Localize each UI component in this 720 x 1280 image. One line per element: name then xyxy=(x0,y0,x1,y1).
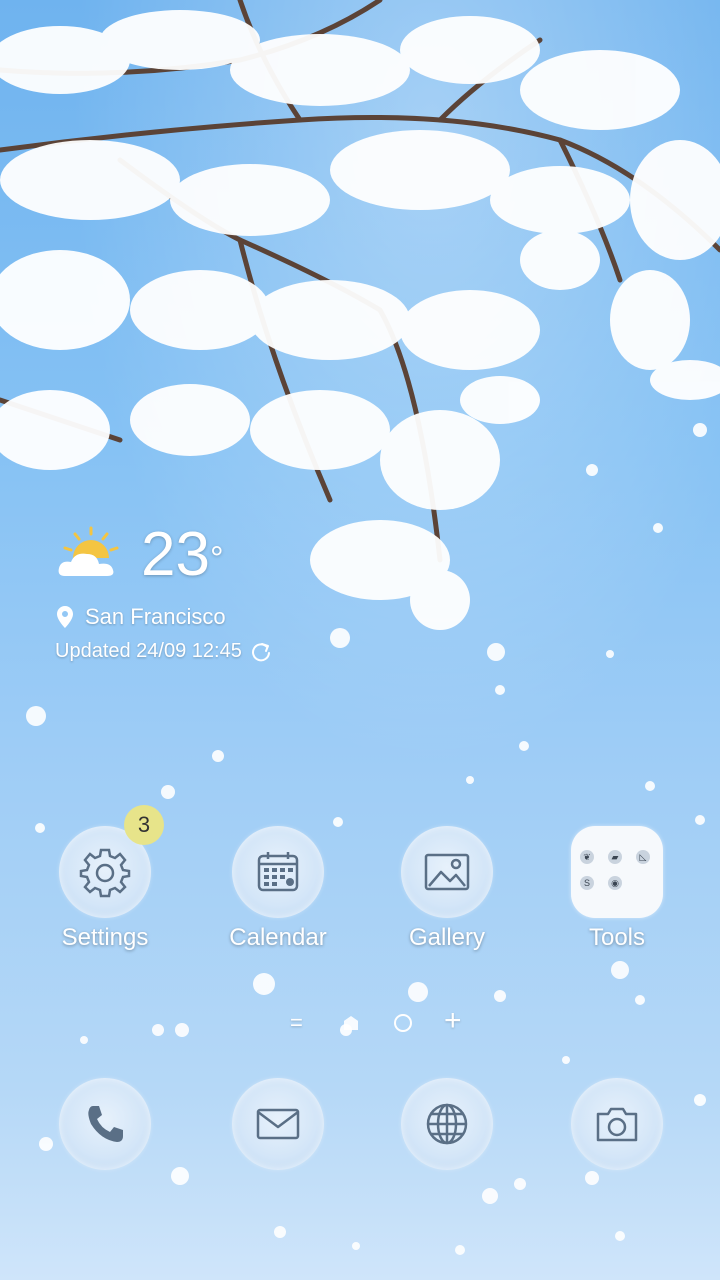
mail-icon xyxy=(256,1108,300,1140)
phone-bubble[interactable] xyxy=(59,1078,151,1170)
dock-browser[interactable] xyxy=(382,1078,512,1170)
dock-camera[interactable] xyxy=(552,1078,682,1170)
add-page-icon[interactable]: + xyxy=(444,1004,462,1038)
menu-icon[interactable]: = xyxy=(290,1010,303,1036)
file-icon: ▰ xyxy=(608,850,622,864)
dock-phone[interactable] xyxy=(40,1078,170,1170)
calendar-bubble[interactable] xyxy=(232,826,324,918)
partly-sunny-icon xyxy=(58,526,119,576)
camera-bubble[interactable] xyxy=(571,1078,663,1170)
image-icon xyxy=(424,853,470,891)
notification-badge: 3 xyxy=(124,805,164,845)
gear-icon xyxy=(79,848,131,898)
temperature-unit: ° xyxy=(209,540,224,578)
page-indicator: = + xyxy=(0,1004,720,1037)
app-label: Gallery xyxy=(408,924,486,951)
ruler-icon: ◺ xyxy=(636,850,650,864)
app-label: Calendar xyxy=(229,924,327,951)
sync-icon: S xyxy=(580,876,594,890)
gallery-bubble[interactable] xyxy=(401,826,493,918)
android-icon: ◉ xyxy=(608,876,622,890)
dock-mail[interactable] xyxy=(213,1078,343,1170)
app-label: Tools xyxy=(588,924,646,951)
app-label: Settings xyxy=(61,924,149,951)
location-pin-icon xyxy=(57,606,73,628)
mail-bubble[interactable] xyxy=(232,1078,324,1170)
page-dot[interactable] xyxy=(394,1014,412,1032)
location-name: San Francisco xyxy=(85,604,226,629)
updated-text: Updated 24/09 12:45 xyxy=(55,640,242,662)
leaf-icon: ❦ xyxy=(580,850,594,864)
globe-icon xyxy=(426,1103,468,1145)
folder-icon[interactable]: ❦ ▰ ◺ S ◉ xyxy=(571,826,663,918)
app-gallery[interactable]: Gallery xyxy=(382,826,512,952)
browser-bubble[interactable] xyxy=(401,1078,493,1170)
app-settings[interactable]: Settings xyxy=(40,826,170,952)
app-calendar[interactable]: Calendar xyxy=(213,826,343,952)
calendar-icon xyxy=(257,852,299,892)
weather-widget[interactable]: 23° San Francisco Updated 24/09 12:45 xyxy=(55,520,385,670)
location-row: San Francisco xyxy=(57,604,226,630)
updated-row: Updated 24/09 12:45 xyxy=(55,640,272,663)
home-page-icon[interactable] xyxy=(344,1016,358,1030)
camera-icon xyxy=(596,1107,638,1142)
phone-icon xyxy=(88,1106,123,1142)
refresh-icon[interactable] xyxy=(250,641,272,663)
temperature: 23° xyxy=(141,520,224,589)
app-tools-folder[interactable]: ❦ ▰ ◺ S ◉ Tools xyxy=(552,826,682,952)
